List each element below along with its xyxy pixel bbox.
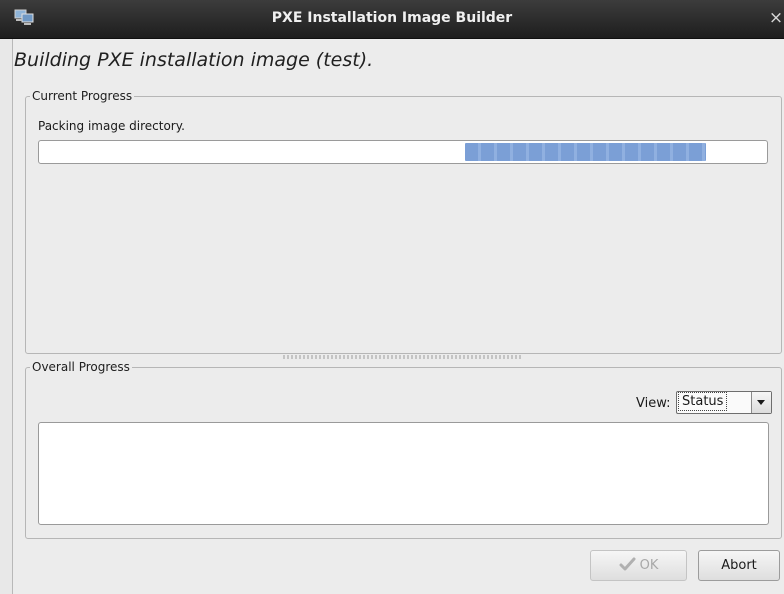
page-title: Building PXE installation image (test). (14, 49, 374, 71)
abort-button[interactable]: Abort (698, 550, 780, 581)
current-status-text: Packing image directory. (38, 119, 185, 133)
progress-pulse-fill (465, 143, 706, 161)
ok-button-label: OK (639, 558, 659, 573)
window-title: PXE Installation Image Builder (271, 10, 513, 26)
view-label: View: (636, 396, 671, 411)
chevron-down-icon[interactable] (751, 392, 771, 413)
close-icon[interactable]: × (768, 7, 784, 29)
ok-button[interactable]: OK (590, 550, 687, 581)
title-bar: PXE Installation Image Builder × (0, 0, 784, 39)
overall-log-area[interactable] (38, 422, 769, 525)
check-icon (619, 554, 637, 583)
pane-splitter-handle[interactable] (283, 355, 523, 359)
current-progress-label: Current Progress (32, 89, 133, 103)
view-select[interactable]: Status (676, 391, 772, 414)
overall-progress-label: Overall Progress (32, 360, 130, 374)
view-select-value: Status (677, 392, 728, 411)
